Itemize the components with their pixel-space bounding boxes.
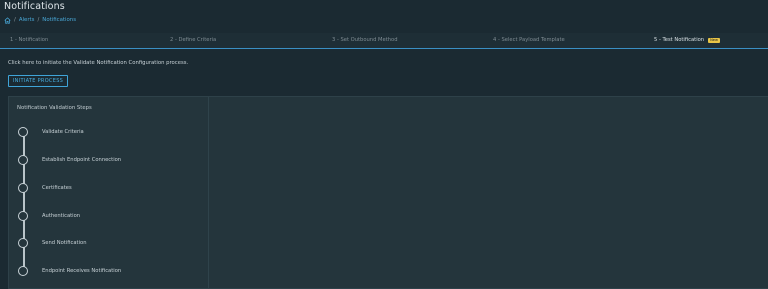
validation-step-send-notification: Send Notification (18, 237, 86, 249)
validation-step-validate-criteria: Validate Criteria (18, 126, 84, 138)
wizard-step-notification[interactable]: 1 - Notification (10, 37, 48, 43)
step-status-icon (18, 183, 28, 193)
instruction-text: Click here to initiate the Validate Noti… (8, 60, 189, 66)
step-label: Establish Endpoint Connection (42, 157, 122, 163)
breadcrumb-separator: / (37, 17, 40, 23)
new-badge: New (708, 37, 720, 43)
timeline-connector (23, 131, 25, 271)
wizard-step-label: 3 - Set Outbound Method (332, 37, 398, 43)
breadcrumb-alerts-link[interactable]: Alerts (19, 17, 35, 23)
wizard-steps-bar: 1 - Notification 2 - Define Criteria 3 -… (0, 33, 768, 49)
step-label: Validate Criteria (42, 129, 84, 135)
breadcrumb-notifications-link[interactable]: Notifications (42, 17, 76, 23)
step-label: Certificates (42, 185, 72, 191)
panel-title: Notification Validation Steps (17, 105, 92, 111)
step-status-icon (18, 238, 28, 248)
step-status-icon (18, 155, 28, 165)
breadcrumb-separator: / (14, 17, 16, 23)
wizard-step-label: 4 - Select Payload Template (493, 37, 565, 43)
wizard-step-label: 2 - Define Criteria (170, 37, 217, 43)
step-status-icon (18, 211, 28, 221)
wizard-step-label: 5 - Test Notification (654, 37, 705, 43)
initiate-process-button[interactable]: INITIATE PROCESS (8, 75, 68, 87)
validation-steps-panel: Notification Validation Steps Validate C… (8, 96, 768, 289)
wizard-step-outbound-method[interactable]: 3 - Set Outbound Method (332, 37, 397, 43)
wizard-step-payload-template[interactable]: 4 - Select Payload Template (493, 37, 565, 43)
breadcrumb: / Alerts / Notifications (4, 15, 76, 25)
step-status-icon (18, 127, 28, 137)
step-label: Send Notification (42, 240, 87, 246)
validation-step-endpoint-connection: Establish Endpoint Connection (18, 154, 121, 166)
wizard-step-test-notification[interactable]: 5 - Test Notification New (654, 37, 720, 43)
wizard-step-label: 1 - Notification (10, 37, 49, 43)
step-label: Endpoint Receives Notification (42, 268, 122, 274)
step-label: Authentication (42, 213, 81, 219)
home-icon[interactable] (4, 16, 11, 24)
validation-step-authentication: Authentication (18, 210, 80, 222)
wizard-step-define-criteria[interactable]: 2 - Define Criteria (170, 37, 216, 43)
step-status-icon (18, 266, 28, 276)
validation-step-endpoint-receives: Endpoint Receives Notification (18, 265, 121, 277)
panel-divider (208, 97, 209, 288)
validation-step-certificates: Certificates (18, 182, 72, 194)
page-title: Notifications (4, 1, 65, 12)
